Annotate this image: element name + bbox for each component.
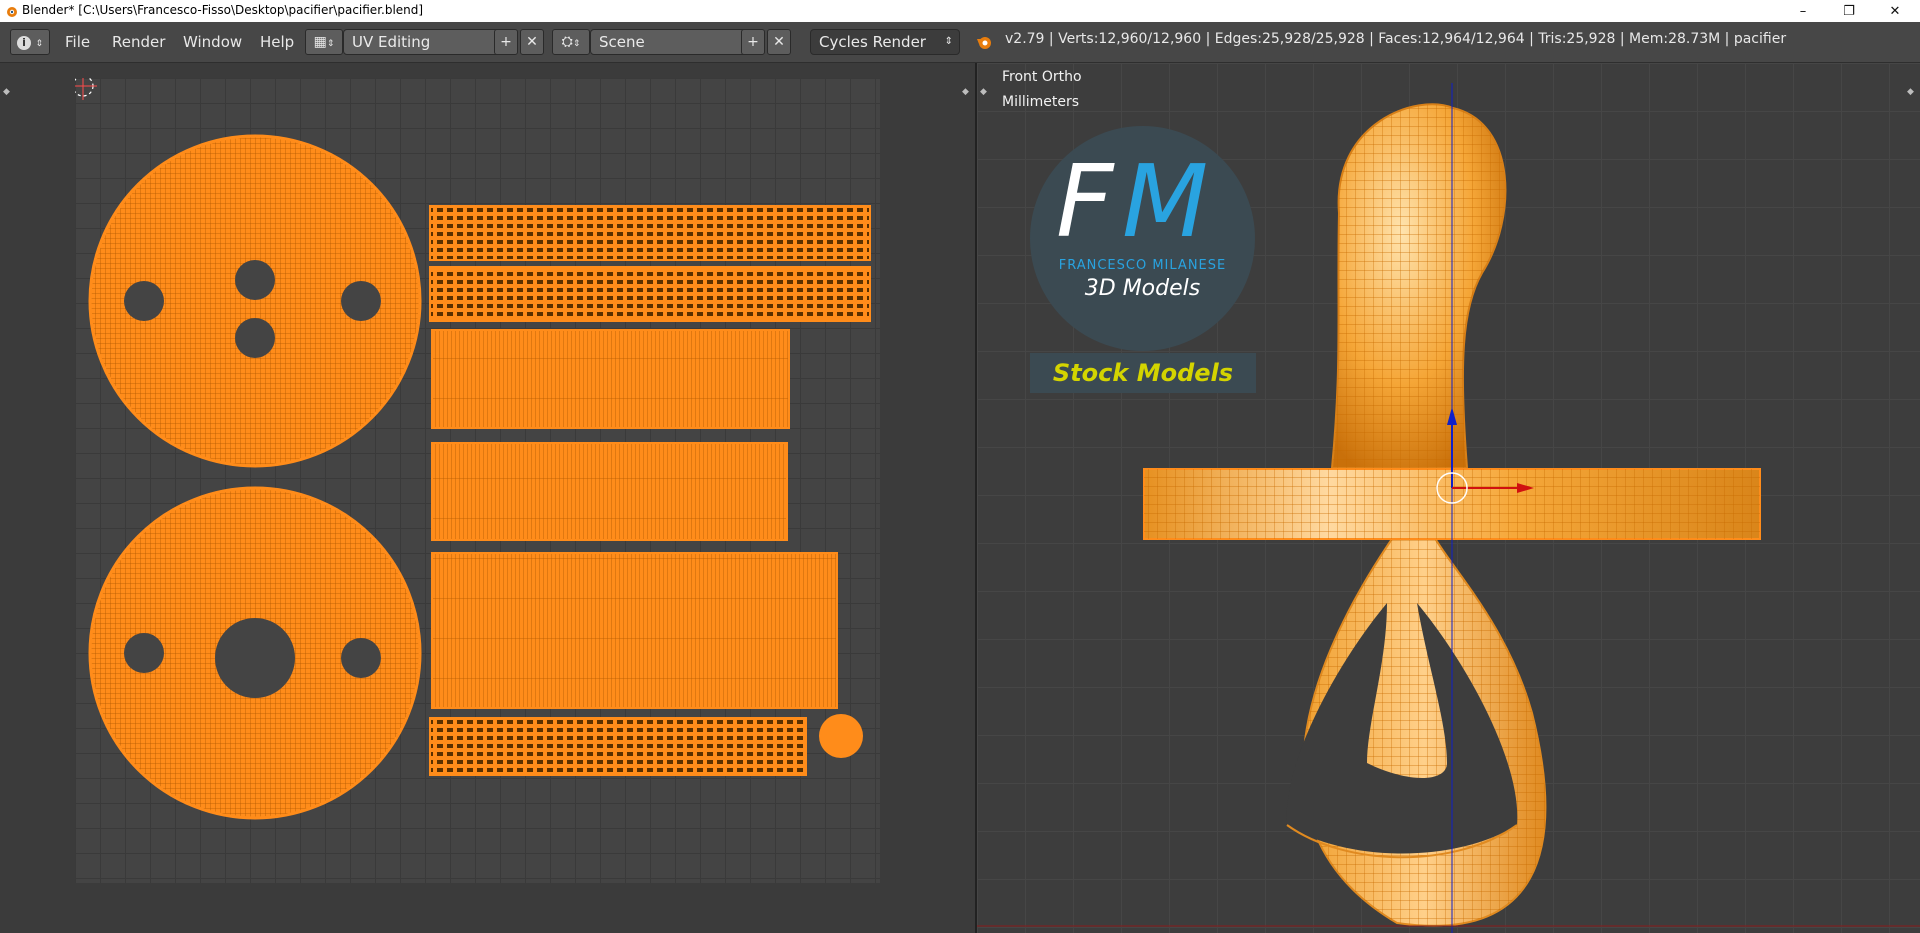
plus-icon: + (500, 34, 512, 50)
menu-render[interactable]: Render (112, 30, 165, 54)
pacifier-nipple (1330, 103, 1507, 469)
uv-island-strip (429, 205, 871, 261)
menu-file[interactable]: File (65, 30, 90, 54)
render-icon (977, 37, 991, 49)
close-icon: ✕ (773, 34, 785, 50)
region-toggle-icon[interactable]: ◆ (3, 87, 10, 97)
uv-island-strip (429, 717, 807, 776)
chevron-updown-icon: ⇕ (572, 39, 581, 49)
uv-islands (69, 72, 871, 820)
info-icon: i (17, 36, 31, 50)
close-window-button[interactable]: ✕ (1872, 0, 1918, 22)
blender-icon (7, 7, 17, 17)
menu-help[interactable]: Help (260, 30, 294, 54)
chevron-updown-icon: ⇕ (35, 39, 43, 49)
minimize-button[interactable]: – (1780, 0, 1826, 22)
pacifier-handle (1286, 532, 1547, 927)
uv-island-strip (431, 552, 838, 709)
restore-button[interactable]: ❐ (1826, 0, 1872, 22)
add-screen-button[interactable]: + (494, 29, 518, 55)
uv-island-strip (431, 442, 788, 541)
scene-statistics: v2.79 | Verts:12,960/12,960 | Edges:25,9… (1005, 31, 1787, 47)
scene-field[interactable]: Scene (590, 29, 750, 55)
remove-scene-button[interactable]: ✕ (767, 29, 791, 55)
screen-layout-browse[interactable]: ▦⇕ (305, 29, 343, 55)
uv-island-disc-top (88, 134, 422, 468)
screen-layout-field[interactable]: UV Editing (343, 29, 503, 55)
menu-window[interactable]: Window (183, 30, 242, 54)
render-engine-label: Cycles Render (819, 33, 926, 51)
editor-type-button[interactable]: i ⇕ (10, 29, 50, 55)
window-title: Blender* [C:\Users\Francesco-Fisso\Deskt… (22, 3, 424, 17)
layout-icon: ▦ (313, 34, 327, 50)
remove-screen-button[interactable]: ✕ (520, 29, 544, 55)
pacifier-mesh[interactable] (977, 63, 1920, 933)
uv-island-dot (819, 714, 863, 758)
region-toggle-icon[interactable]: ◆ (962, 87, 969, 97)
uv-island-strip (431, 329, 790, 429)
uv-image-grid[interactable] (69, 72, 880, 883)
window-titlebar: Blender* [C:\Users\Francesco-Fisso\Deskt… (0, 0, 1920, 22)
close-icon: ✕ (526, 34, 538, 50)
uv-editor[interactable]: ◆ ◆ (0, 63, 975, 933)
plus-icon: + (747, 34, 759, 50)
uv-island-disc-bottom (88, 486, 422, 820)
scene-icon: ⛭ (561, 34, 573, 50)
scene-browse[interactable]: ⛭⇕ (552, 29, 590, 55)
info-header: i ⇕ File Render Window Help ▦⇕ UV Editin… (0, 22, 1920, 63)
3d-viewport[interactable]: Front Ortho Millimeters ◆ ◆ F M FRANCESC… (977, 63, 1920, 933)
add-scene-button[interactable]: + (741, 29, 765, 55)
uv-island-strip (429, 266, 871, 322)
chevron-updown-icon: ⇕ (326, 39, 335, 49)
render-engine-dropdown[interactable]: Cycles Render ⇕ (810, 29, 960, 55)
chevron-updown-icon: ⇕ (944, 36, 953, 47)
uv-2d-cursor[interactable] (69, 72, 97, 100)
